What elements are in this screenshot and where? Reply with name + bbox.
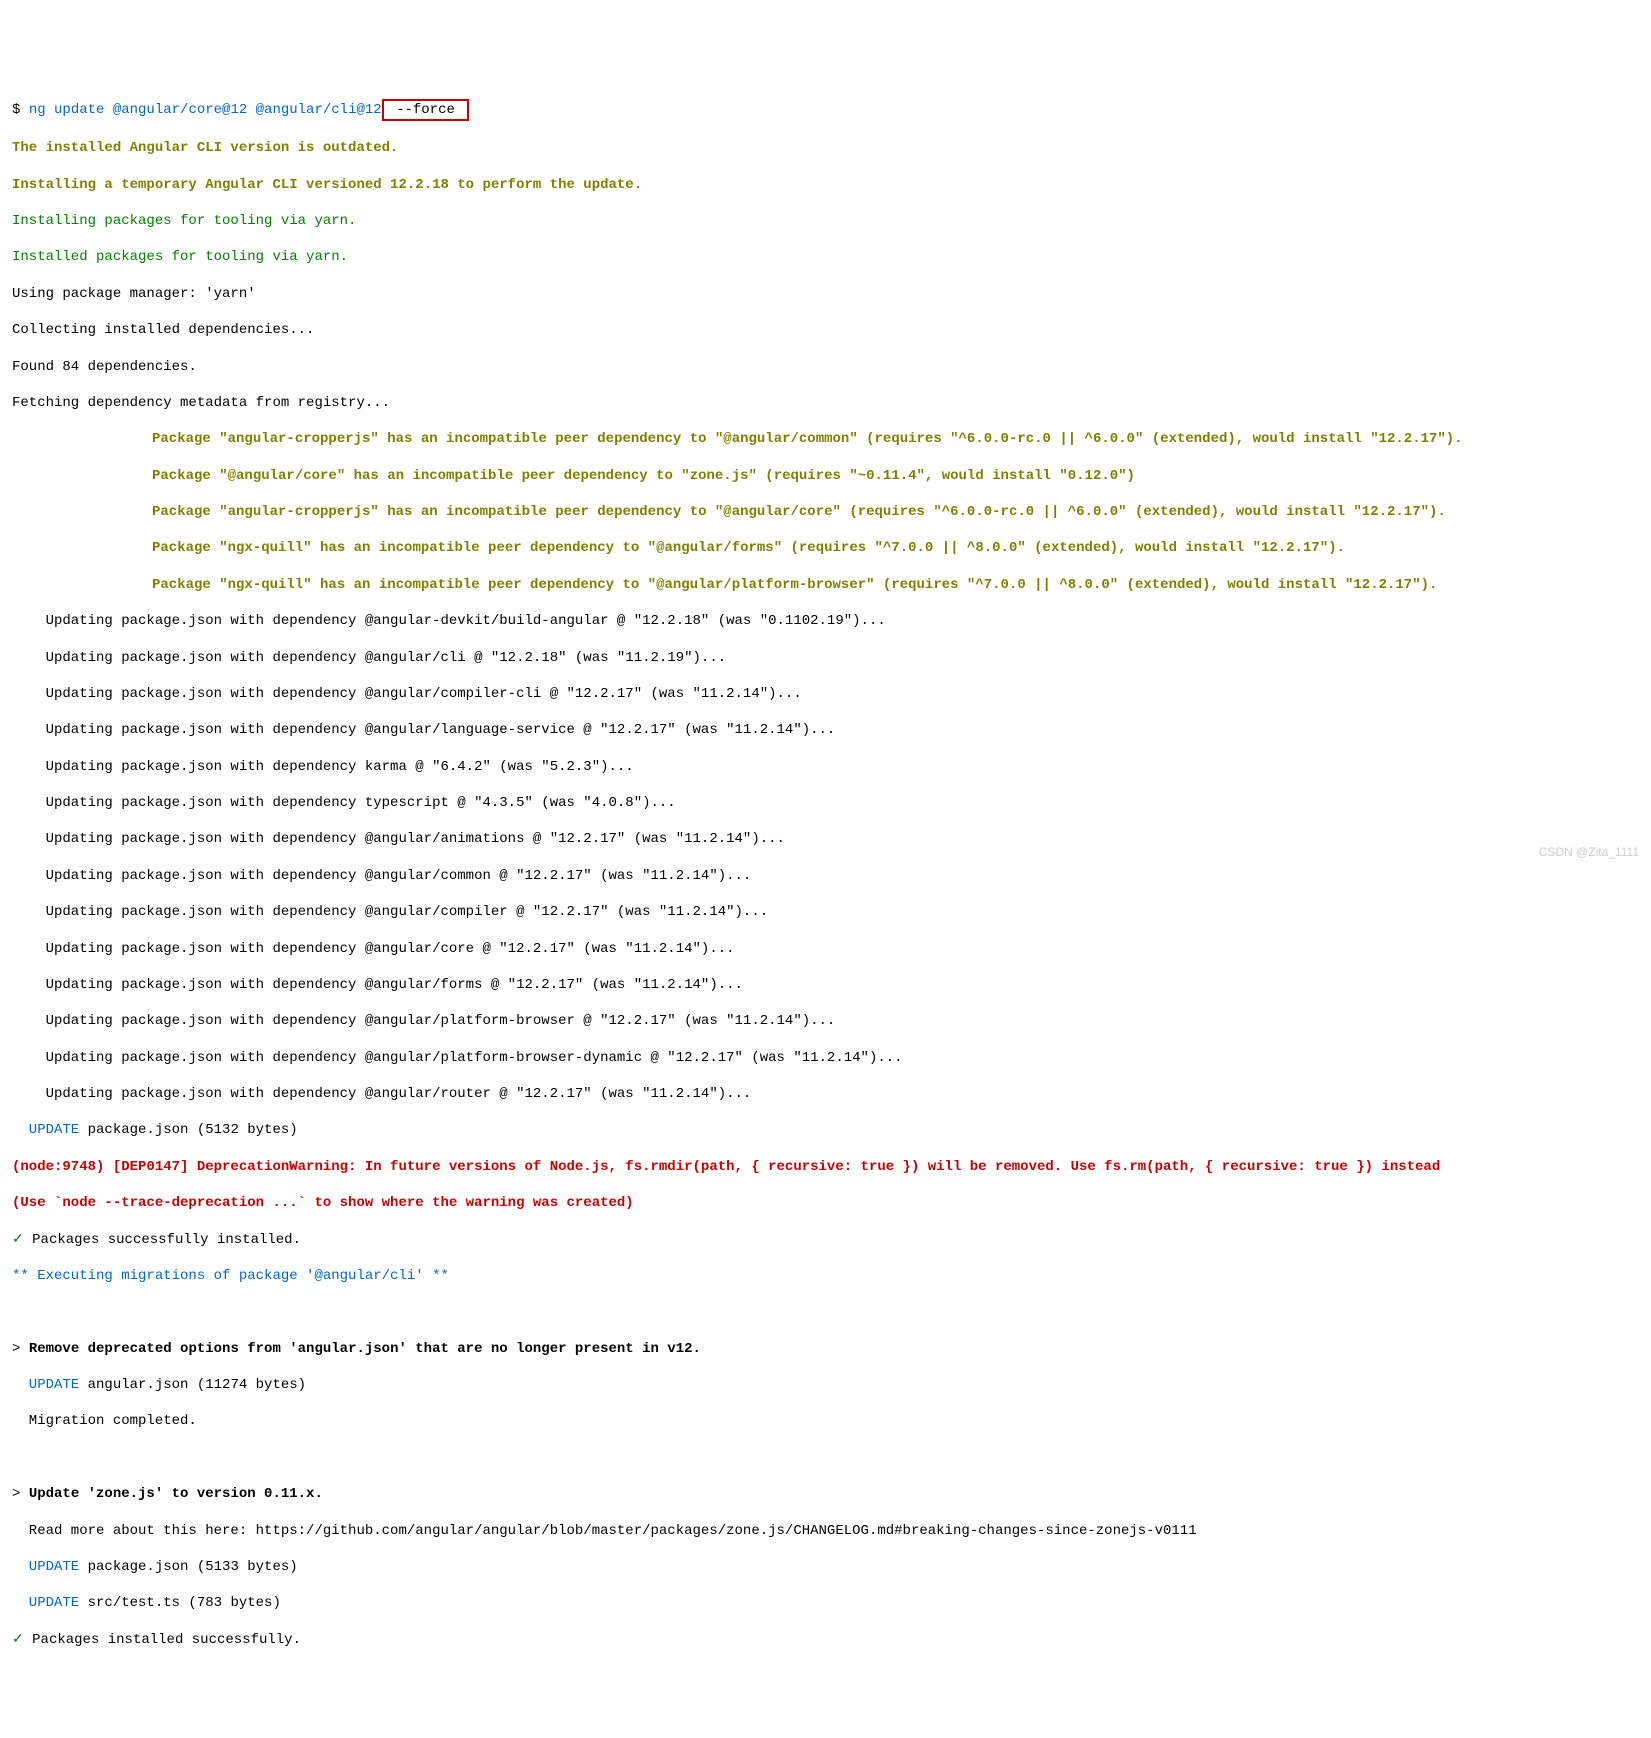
command-text: ng update @angular/core@12 @angular/cli@… (29, 102, 382, 118)
file-update-line: UPDATE angular.json (11274 bytes) (12, 1376, 1639, 1394)
force-flag-highlighted: --force (382, 99, 470, 121)
file-update-line: UPDATE src/test.ts (783 bytes) (12, 1594, 1639, 1612)
update-line: Updating package.json with dependency @a… (12, 940, 1639, 958)
update-line: Updating package.json with dependency @a… (12, 867, 1639, 885)
success-line: ✓ Packages successfully installed. (12, 1231, 1639, 1249)
blank-line (12, 1449, 1639, 1467)
migration-complete: Migration completed. (12, 1412, 1639, 1430)
migration-info: Read more about this here: https://githu… (12, 1522, 1639, 1540)
update-line: Updating package.json with dependency ka… (12, 758, 1639, 776)
update-line: Updating package.json with dependency @a… (12, 1085, 1639, 1103)
peer-warning: Package "@angular/core" has an incompati… (12, 467, 1639, 485)
deprecation-warning: (node:9748) [DEP0147] DeprecationWarning… (12, 1158, 1639, 1176)
watermark: CSDN @Zita_1111 (1539, 845, 1639, 861)
command-line: $ ng update @angular/core@12 @angular/cl… (12, 99, 1639, 121)
peer-warning: Package "angular-cropperjs" has an incom… (12, 430, 1639, 448)
output-line: The installed Angular CLI version is out… (12, 139, 1639, 157)
check-icon: ✓ (12, 1232, 24, 1248)
blank-line (12, 1303, 1639, 1321)
terminal-output: $ ng update @angular/core@12 @angular/cl… (12, 81, 1639, 1667)
peer-warning: Package "angular-cropperjs" has an incom… (12, 503, 1639, 521)
update-line: Updating package.json with dependency @a… (12, 721, 1639, 739)
update-line: Updating package.json with dependency @a… (12, 903, 1639, 921)
output-line: Found 84 dependencies. (12, 358, 1639, 376)
update-line: Updating package.json with dependency @a… (12, 612, 1639, 630)
success-line: ✓ Packages installed successfully. (12, 1631, 1639, 1649)
peer-warning: Package "ngx-quill" has an incompatible … (12, 576, 1639, 594)
output-line: Installed packages for tooling via yarn. (12, 248, 1639, 266)
output-line: Installing a temporary Angular CLI versi… (12, 176, 1639, 194)
update-line: Updating package.json with dependency @a… (12, 976, 1639, 994)
file-update-line: UPDATE package.json (5133 bytes) (12, 1558, 1639, 1576)
check-icon: ✓ (12, 1632, 24, 1648)
prompt: $ (12, 102, 29, 118)
update-line: Updating package.json with dependency @a… (12, 830, 1639, 848)
update-line: Updating package.json with dependency ty… (12, 794, 1639, 812)
output-line: Collecting installed dependencies... (12, 321, 1639, 339)
update-line: Updating package.json with dependency @a… (12, 1012, 1639, 1030)
peer-warning: Package "ngx-quill" has an incompatible … (12, 539, 1639, 557)
update-line: Updating package.json with dependency @a… (12, 649, 1639, 667)
output-line: Using package manager: 'yarn' (12, 285, 1639, 303)
output-line: Installing packages for tooling via yarn… (12, 212, 1639, 230)
migration-step: > Update 'zone.js' to version 0.11.x. (12, 1485, 1639, 1503)
update-line: Updating package.json with dependency @a… (12, 685, 1639, 703)
update-line: Updating package.json with dependency @a… (12, 1049, 1639, 1067)
migration-header: ** Executing migrations of package '@ang… (12, 1267, 1639, 1285)
output-line: Fetching dependency metadata from regist… (12, 394, 1639, 412)
migration-step: > Remove deprecated options from 'angula… (12, 1340, 1639, 1358)
deprecation-warning: (Use `node --trace-deprecation ...` to s… (12, 1194, 1639, 1212)
file-update-line: UPDATE package.json (5132 bytes) (12, 1121, 1639, 1139)
